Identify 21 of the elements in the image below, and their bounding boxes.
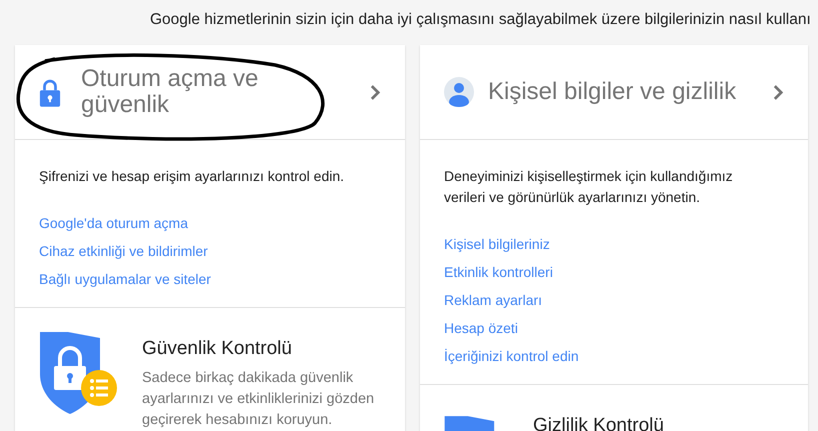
settings-link[interactable]: Kişisel bilgileriniz — [444, 230, 550, 258]
settings-link[interactable]: Reklam ayarları — [444, 286, 542, 314]
lock-icon — [39, 79, 61, 107]
settings-link[interactable]: Google'da oturum açma — [39, 209, 188, 237]
checkup-title[interactable]: Gizlilik Kontrolü — [533, 415, 664, 431]
settings-link[interactable]: Cihaz etkinliği ve bildirimler — [39, 237, 208, 265]
chevron-right-icon[interactable] — [772, 84, 784, 100]
settings-link[interactable]: İçeriğinizi kontrol edin — [444, 342, 579, 370]
card-title[interactable]: Kişisel bilgiler ve gizlilik — [488, 79, 772, 105]
person-icon — [444, 77, 474, 107]
security-checkup-icon — [38, 332, 118, 414]
checkup-title[interactable]: Güvenlik Kontrolü — [142, 338, 381, 360]
card-description: Deneyiminizi kişiselleştirmek için kullandığımız verileri ve görünürlük ayarlarınızı yönetin. — [444, 167, 734, 207]
checkup-description: Sadece birkaç dakikada güvenlik ayarlarınızı ve etkinliklerinizi gözden geçirerek hesabınızı koruyun. — [142, 369, 376, 430]
card-title[interactable]: Oturum açma ve güvenlik — [81, 66, 281, 118]
chevron-right-icon[interactable] — [369, 84, 381, 100]
settings-link[interactable]: Etkinlik kontrolleri — [444, 258, 553, 286]
settings-link[interactable]: Hesap özeti — [444, 314, 518, 342]
card-description: Şifrenizi ve hesap erişim ayarlarınızı kontrol edin. — [39, 167, 346, 186]
settings-link[interactable]: Bağlı uygulamalar ve siteler — [39, 265, 211, 293]
intro-text: Google hizmetlerinin sizin için daha iyi çalışmasını sağlayabilmek üzere bilgilerinizin nasıl kullanı — [149, 10, 812, 30]
